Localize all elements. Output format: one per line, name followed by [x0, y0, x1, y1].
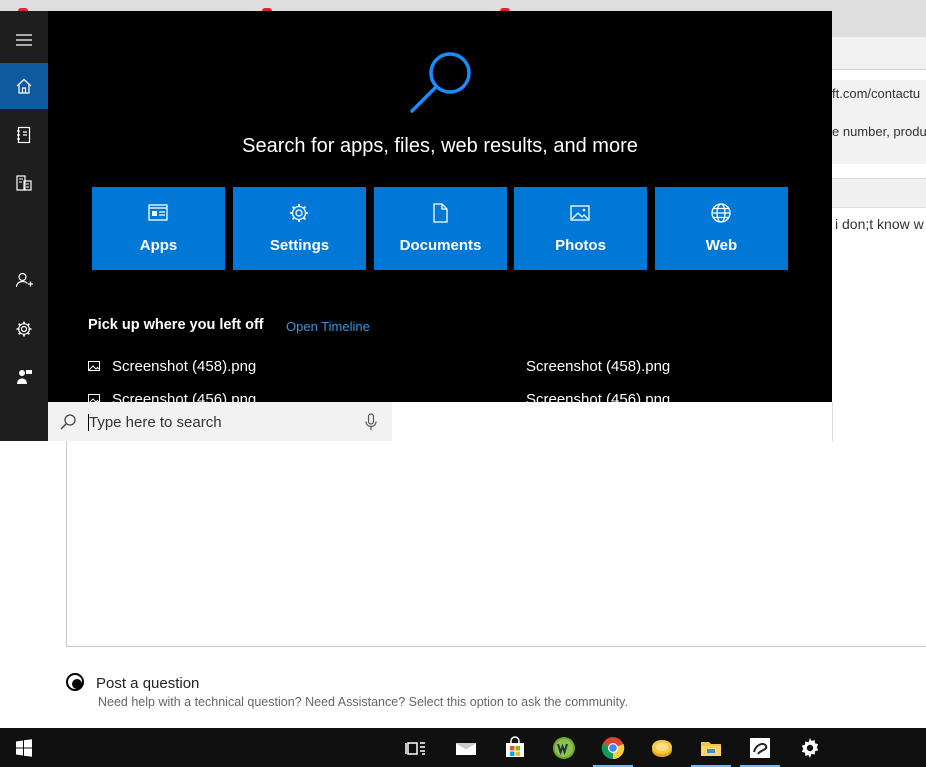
category-photos[interactable]: Photos — [514, 187, 647, 270]
gear-icon — [290, 204, 308, 222]
search-icon — [60, 414, 76, 430]
home-button[interactable] — [0, 63, 48, 109]
image-file-icon — [88, 394, 100, 402]
post-question-description: Need help with a technical question? Nee… — [98, 695, 628, 709]
question-textarea[interactable] — [66, 440, 926, 647]
banner-url-text: ft.com/contactu — [832, 86, 921, 101]
category-label: Web — [705, 237, 738, 254]
category-label: Documents — [399, 237, 482, 254]
hamburger-menu-icon — [16, 34, 32, 46]
pickup-heading: Pick up where you left off — [88, 317, 264, 333]
search-icon — [410, 52, 471, 113]
question-body-text: i don;t know w — [835, 216, 924, 232]
recent-file-item[interactable]: Screenshot (456).png — [88, 391, 256, 402]
taskbar-search-box[interactable]: Type here to search — [48, 402, 393, 441]
store-icon — [506, 735, 524, 757]
wps-icon — [553, 736, 575, 759]
home-icon — [16, 78, 32, 94]
radio-dot — [72, 679, 82, 689]
chrome-button[interactable] — [589, 728, 637, 767]
document-icon — [433, 203, 448, 223]
recent-file-name: Screenshot (456).png — [112, 391, 257, 402]
category-web[interactable]: Web — [655, 187, 788, 270]
gear-icon — [16, 321, 32, 337]
category-label: Photos — [555, 237, 606, 254]
file-explorer-button[interactable] — [687, 728, 735, 767]
feedback-icon — [17, 370, 32, 384]
snipping-app-icon — [750, 737, 770, 758]
store-button[interactable] — [491, 728, 539, 767]
task-view-icon — [405, 741, 425, 755]
category-documents[interactable]: Documents — [374, 187, 507, 270]
recent-file-name: Screenshot (458).png — [112, 358, 257, 375]
recent-file-item[interactable]: Screenshot (458).png — [88, 358, 256, 375]
snipping-app-button[interactable] — [736, 728, 784, 767]
wps-button[interactable] — [540, 728, 588, 767]
photo-icon — [570, 205, 590, 221]
coin-app-icon — [652, 739, 672, 757]
mail-button[interactable] — [442, 728, 490, 767]
search-box-extension — [392, 402, 833, 441]
settings-gear-icon — [801, 737, 819, 758]
add-user-icon — [15, 272, 33, 288]
editor-toolbar — [832, 178, 926, 208]
task-view-button[interactable] — [392, 728, 440, 767]
start-button[interactable] — [0, 728, 48, 767]
post-question-label[interactable]: Post a question — [96, 675, 199, 692]
search-input[interactable]: Type here to search — [89, 414, 222, 431]
feedback-button[interactable] — [0, 354, 48, 400]
image-file-icon — [88, 361, 100, 371]
documents-button[interactable] — [0, 160, 48, 206]
notebook-icon — [17, 126, 31, 144]
chrome-icon — [601, 736, 625, 759]
settings-button[interactable] — [0, 306, 48, 352]
settings-taskbar-button[interactable] — [786, 728, 834, 767]
post-question-radio[interactable] — [66, 673, 84, 691]
open-timeline-link[interactable]: Open Timeline — [286, 319, 370, 334]
search-flyout: Search for apps, files, web results, and… — [48, 11, 832, 402]
file-explorer-icon — [701, 741, 721, 756]
category-label: Settings — [269, 237, 330, 254]
apps-icon — [148, 204, 168, 221]
start-windows-icon — [16, 738, 32, 757]
search-headline: Search for apps, files, web results, and… — [242, 135, 638, 157]
globe-icon — [711, 203, 731, 223]
recent-file-detail: Screenshot (456).png — [526, 391, 671, 402]
notebook-button[interactable] — [0, 112, 48, 158]
category-apps[interactable]: Apps — [92, 187, 225, 270]
hamburger-menu-button[interactable] — [0, 17, 48, 63]
category-settings[interactable]: Settings — [233, 187, 366, 270]
account-button[interactable] — [0, 257, 48, 303]
category-label: Apps — [139, 237, 178, 254]
coin-app-button[interactable] — [638, 728, 686, 767]
microphone-icon[interactable] — [364, 413, 378, 431]
browser-toolbar — [832, 37, 926, 70]
documents-icon — [16, 175, 32, 191]
start-left-rail — [0, 11, 48, 441]
taskbar — [0, 728, 926, 767]
banner-text: e number, produc — [832, 124, 926, 139]
mail-icon — [456, 742, 476, 755]
recent-file-detail: Screenshot (458).png — [526, 358, 671, 375]
